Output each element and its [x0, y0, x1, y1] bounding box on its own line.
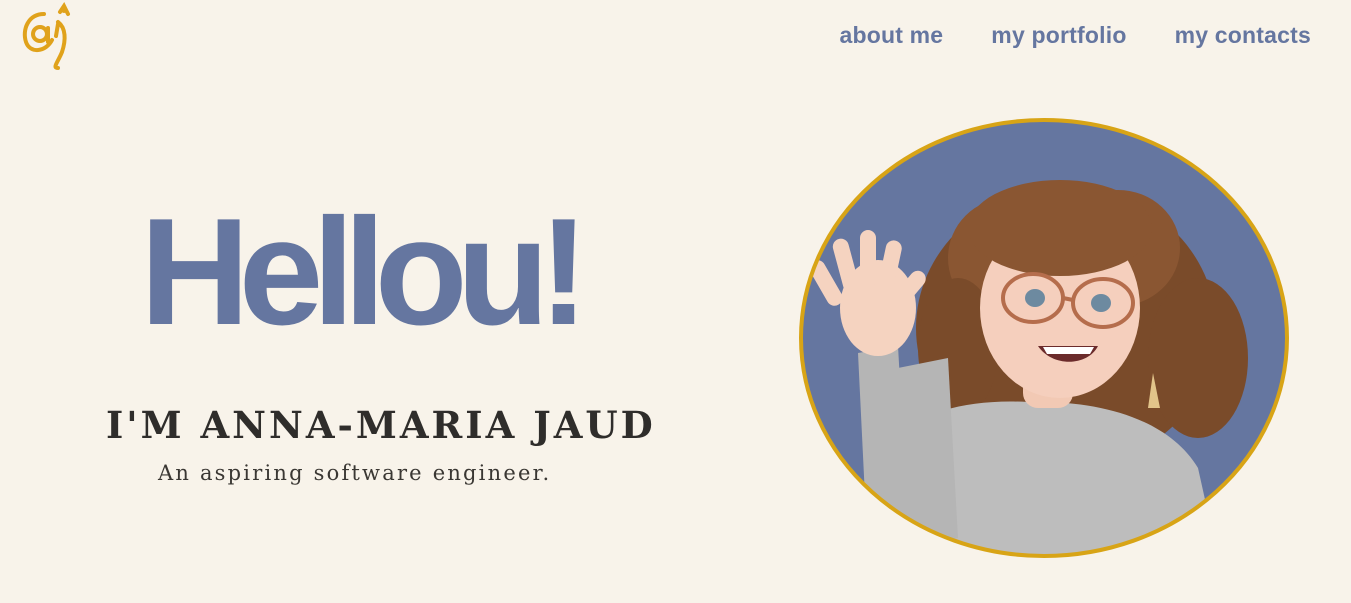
site-logo[interactable]: aj: [18, 2, 80, 70]
hero-title: Hellou!: [140, 187, 589, 357]
main-nav: about me my portfolio my contacts: [839, 22, 1311, 49]
nav-my-portfolio[interactable]: my portfolio: [991, 22, 1126, 49]
avatar: [798, 118, 1290, 558]
waving-memoji-avatar-icon: [799, 118, 1289, 558]
nav-my-contacts[interactable]: my contacts: [1175, 22, 1311, 49]
hero-name: I'M ANNA-MARIA JAUD: [106, 403, 656, 447]
aj-monogram-logo-icon: aj: [18, 2, 70, 70]
hero-tagline: An aspiring software engineer.: [158, 461, 552, 485]
logo-text: aj: [18, 2, 20, 3]
nav-about-me[interactable]: about me: [839, 22, 943, 49]
